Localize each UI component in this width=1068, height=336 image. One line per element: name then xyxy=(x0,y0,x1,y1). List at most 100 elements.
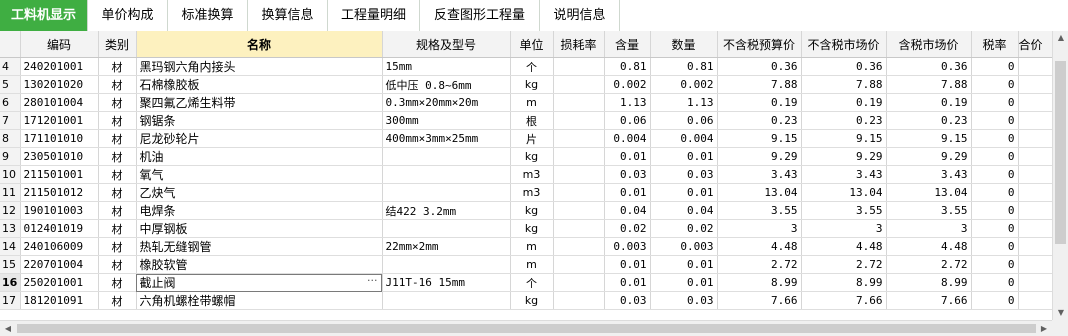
cell-loss-rate[interactable] xyxy=(553,57,605,76)
cell-loss-rate[interactable] xyxy=(553,273,605,292)
table-row[interactable]: 6 280101004 材聚四氟乙烯生料带 0.3mm×20mm×20m m 1.13 1.… xyxy=(0,93,1052,112)
cell-budget-price[interactable]: 7.66 xyxy=(717,291,802,310)
cell-spec[interactable] xyxy=(382,255,511,274)
cell-total[interactable] xyxy=(1018,201,1052,220)
cell-budget-price[interactable]: 3 xyxy=(717,219,802,238)
cell-unit[interactable]: kg xyxy=(510,291,554,310)
ellipsis-icon[interactable]: ··· xyxy=(367,274,378,287)
vertical-scrollbar[interactable]: ▲ ▼ xyxy=(1052,31,1068,320)
cell-tax-rate[interactable]: 0 xyxy=(971,273,1019,292)
cell-content[interactable]: 0.04 xyxy=(604,201,651,220)
cell-spec[interactable]: 22mm×2mm xyxy=(382,237,511,256)
table-row[interactable]: 16 250201001 材截止阀 ··· J11T-16 15mm 个 0.01 0.01 8… xyxy=(0,273,1052,292)
cell-budget-price[interactable]: 9.15 xyxy=(717,129,802,148)
cell-unit[interactable]: kg xyxy=(510,201,554,220)
arrow-up-icon[interactable]: ▲ xyxy=(1053,31,1068,45)
table-row[interactable]: 14 240106009 材热轧无缝钢管 22mm×2mm m 0.003 0.003 4.4… xyxy=(0,237,1052,256)
cell-name[interactable]: 六角机螺栓带螺帽 xyxy=(136,291,383,310)
table-row[interactable]: 13 012401019 材中厚钢板 kg 0.02 0.02 3 3 3 0 xyxy=(0,219,1052,238)
cell-tax-rate[interactable]: 0 xyxy=(971,57,1019,76)
tab-standard-conversion[interactable]: 标准换算 xyxy=(168,0,248,31)
cell-name[interactable]: 聚四氟乙烯生料带 xyxy=(136,93,383,112)
cell-budget-price[interactable]: 3.43 xyxy=(717,165,802,184)
cell-budget-price[interactable]: 0.36 xyxy=(717,57,802,76)
col-header-tax-rate[interactable]: 税率 xyxy=(971,31,1019,58)
cell-category[interactable]: 材 xyxy=(98,183,137,202)
cell-tax-rate[interactable]: 0 xyxy=(971,165,1019,184)
arrow-down-icon[interactable]: ▼ xyxy=(1053,306,1068,320)
cell-loss-rate[interactable] xyxy=(553,255,605,274)
horizontal-scroll-thumb[interactable] xyxy=(17,324,1036,333)
cell-tax-market-price[interactable]: 7.66 xyxy=(886,291,972,310)
cell-tax-rate[interactable]: 0 xyxy=(971,183,1019,202)
cell-category[interactable]: 材 xyxy=(98,147,137,166)
cell-content[interactable]: 0.01 xyxy=(604,147,651,166)
cell-code[interactable]: 171201001 xyxy=(20,111,99,130)
cell-unit[interactable]: m xyxy=(510,237,554,256)
cell-code[interactable]: 240201001 xyxy=(20,57,99,76)
cell-name[interactable]: 乙炔气 xyxy=(136,183,383,202)
cell-total[interactable] xyxy=(1018,273,1052,292)
cell-category[interactable]: 材 xyxy=(98,219,137,238)
cell-code[interactable]: 211501001 xyxy=(20,165,99,184)
cell-loss-rate[interactable] xyxy=(553,93,605,112)
cell-category[interactable]: 材 xyxy=(98,165,137,184)
table-row[interactable]: 10 211501001 材氧气 m3 0.03 0.03 3.43 3.43 3.43 0 xyxy=(0,165,1052,184)
cell-content[interactable]: 0.01 xyxy=(604,273,651,292)
cell-tax-rate[interactable]: 0 xyxy=(971,93,1019,112)
cell-unit[interactable]: m xyxy=(510,93,554,112)
col-header-content[interactable]: 含量 xyxy=(604,31,651,58)
col-header-market-price[interactable]: 不含税市场价 xyxy=(801,31,887,58)
arrow-left-icon[interactable]: ◀ xyxy=(0,321,16,336)
cell-name[interactable]: 截止阀 ··· xyxy=(136,273,383,292)
cell-budget-price[interactable]: 2.72 xyxy=(717,255,802,274)
table-row[interactable]: 9 230501010 材机油 kg 0.01 0.01 9.29 9.29 9.29 0 xyxy=(0,147,1052,166)
arrow-right-icon[interactable]: ▶ xyxy=(1036,321,1052,336)
cell-content[interactable]: 0.01 xyxy=(604,183,651,202)
cell-tax-market-price[interactable]: 9.15 xyxy=(886,129,972,148)
col-header-code[interactable]: 编码 xyxy=(20,31,99,58)
cell-spec[interactable]: J11T-16 15mm xyxy=(382,273,511,292)
cell-market-price[interactable]: 3.43 xyxy=(801,165,887,184)
cell-spec[interactable]: 低中压 0.8~6mm xyxy=(382,75,511,94)
cell-content[interactable]: 0.003 xyxy=(604,237,651,256)
cell-market-price[interactable]: 4.48 xyxy=(801,237,887,256)
cell-loss-rate[interactable] xyxy=(553,237,605,256)
cell-loss-rate[interactable] xyxy=(553,147,605,166)
horizontal-scrollbar[interactable]: ◀ ▶ xyxy=(0,320,1052,336)
cell-tax-rate[interactable]: 0 xyxy=(971,147,1019,166)
cell-category[interactable]: 材 xyxy=(98,291,137,310)
cell-total[interactable] xyxy=(1018,75,1052,94)
cell-market-price[interactable]: 7.88 xyxy=(801,75,887,94)
tab-description-info[interactable]: 说明信息 xyxy=(540,0,620,31)
cell-tax-market-price[interactable]: 2.72 xyxy=(886,255,972,274)
cell-unit[interactable]: 个 xyxy=(510,57,554,76)
cell-market-price[interactable]: 0.23 xyxy=(801,111,887,130)
cell-unit[interactable]: kg xyxy=(510,147,554,166)
cell-code[interactable]: 171101010 xyxy=(20,129,99,148)
cell-total[interactable] xyxy=(1018,291,1052,310)
cell-category[interactable]: 材 xyxy=(98,129,137,148)
cell-total[interactable] xyxy=(1018,183,1052,202)
cell-total[interactable] xyxy=(1018,129,1052,148)
cell-code[interactable]: 130201020 xyxy=(20,75,99,94)
cell-loss-rate[interactable] xyxy=(553,291,605,310)
cell-budget-price[interactable]: 8.99 xyxy=(717,273,802,292)
cell-content[interactable]: 0.002 xyxy=(604,75,651,94)
table-row[interactable]: 15 220701004 材橡胶软管 m 0.01 0.01 2.72 2.72 2.72 0 xyxy=(0,255,1052,274)
cell-loss-rate[interactable] xyxy=(553,165,605,184)
cell-code[interactable]: 280101004 xyxy=(20,93,99,112)
col-header-spec[interactable]: 规格及型号 xyxy=(382,31,511,58)
cell-total[interactable] xyxy=(1018,93,1052,112)
tab-reverse-graphic-quantity[interactable]: 反查图形工程量 xyxy=(420,0,540,31)
cell-content[interactable]: 1.13 xyxy=(604,93,651,112)
cell-spec[interactable]: 15mm xyxy=(382,57,511,76)
cell-unit[interactable]: kg xyxy=(510,219,554,238)
cell-total[interactable] xyxy=(1018,165,1052,184)
cell-tax-market-price[interactable]: 3 xyxy=(886,219,972,238)
cell-tax-rate[interactable]: 0 xyxy=(971,237,1019,256)
cell-tax-rate[interactable]: 0 xyxy=(971,219,1019,238)
cell-spec[interactable] xyxy=(382,183,511,202)
cell-name[interactable]: 黑玛钢六角内接头 xyxy=(136,57,383,76)
cell-tax-market-price[interactable]: 9.29 xyxy=(886,147,972,166)
